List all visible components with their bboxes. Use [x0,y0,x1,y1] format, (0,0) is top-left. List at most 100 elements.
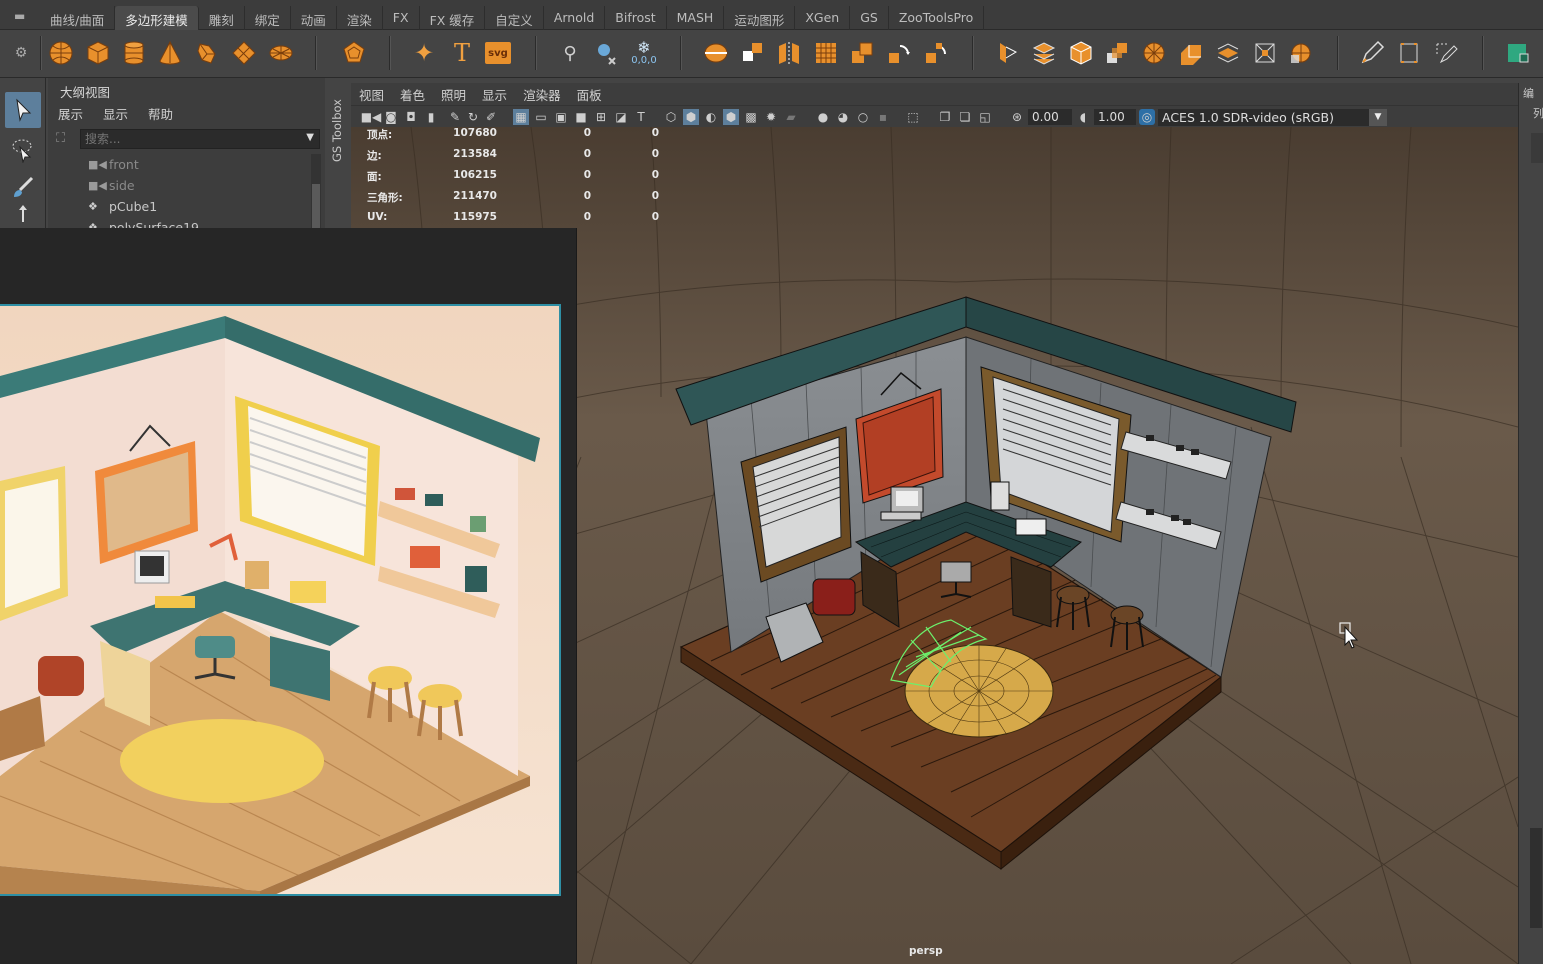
shelf-tab[interactable]: MASH [667,6,725,30]
xray-icon[interactable]: ❐ [937,109,953,125]
bridge-icon[interactable] [885,39,913,67]
exposure-icon[interactable]: ⊛ [1009,109,1025,125]
camera-attributes-icon[interactable]: ◙ [383,109,399,125]
motion-blur-icon[interactable]: ◕ [835,109,851,125]
paint-select-icon[interactable] [5,170,41,206]
attribute-editor-tab[interactable]: 编 [1523,85,1534,101]
outliner-menu-help[interactable]: 帮助 [148,104,173,123]
delete-history-icon[interactable] [593,39,621,67]
shelf-settings-icon[interactable]: ⚙ [10,39,32,67]
quad-draw-icon[interactable] [1251,39,1279,67]
grease-pencil-icon[interactable]: ✎ [447,109,463,125]
shelf-tab[interactable]: GS [850,6,889,30]
textured-icon[interactable]: ▩ [743,109,759,125]
shelf-tab[interactable]: FX 缓存 [420,6,486,30]
combine-icon[interactable] [702,39,730,67]
isolate-select-icon[interactable]: ⬚ [905,109,921,125]
slide-edge-icon[interactable] [1214,39,1242,67]
color-management-dropdown-icon[interactable]: ▼ [1369,109,1387,126]
move-tool-icon[interactable] [5,204,41,228]
panel-handle[interactable] [1531,133,1543,163]
select-tool-icon[interactable] [5,92,41,128]
merge-icon[interactable] [1177,39,1205,67]
color-management-field[interactable]: ACES 1.0 SDR-video (sRGB) [1158,109,1381,126]
smooth-shade-icon[interactable]: ⬢ [683,109,699,125]
default-material-icon[interactable]: ◐ [703,109,719,125]
safe-title-icon[interactable]: T [633,109,649,125]
viewport-menu-panels[interactable]: 面板 [577,85,602,104]
shelf-tab[interactable]: Arnold [544,6,606,30]
right-scrollbar[interactable] [1530,828,1542,928]
shelf-tab[interactable]: Bifrost [605,6,667,30]
outliner-scrollbar[interactable] [311,154,321,228]
cone-icon[interactable] [156,39,184,67]
green-layout-icon[interactable] [1504,39,1532,67]
shelf-tab[interactable]: 曲线/曲面 [40,6,116,30]
shelf-tab[interactable]: 雕刻 [199,6,245,30]
shadows-icon[interactable]: ▰ [783,109,799,125]
outliner-item-side[interactable]: ■◀ side [54,175,304,196]
viewport-menu-renderer[interactable]: 渲染器 [523,85,561,104]
grid-icon[interactable]: ▦ [513,109,529,125]
svg-tool-icon[interactable]: svg [485,42,511,64]
insert-loop-icon[interactable] [1030,39,1058,67]
wireframe-on-shaded-icon[interactable]: ⬢ [723,109,739,125]
xray-joints-icon[interactable]: ❏ [957,109,973,125]
torus-icon[interactable] [193,39,221,67]
plane-icon[interactable] [230,39,258,67]
shelf-tab[interactable]: 绑定 [245,6,291,30]
shelf-tab[interactable]: 多边形建模 [115,6,199,30]
gs-toolbox-tab[interactable]: GS Toolbox [328,84,348,174]
camera-select-icon[interactable]: ■◀ [361,109,382,125]
ambient-occlusion-icon[interactable]: ● [815,109,831,125]
outliner-item-pcube1[interactable]: ❖ pCube1 [54,196,304,217]
bookmark-icon[interactable]: ◘ [403,109,419,125]
2d-pan-icon[interactable]: ↻ [465,109,481,125]
multi-cut-icon[interactable] [993,39,1021,67]
gamma-icon[interactable]: ◖ [1075,109,1091,125]
freeze-transform-icon[interactable]: ❄ 0,0,0 [630,39,658,67]
field-chart-icon[interactable]: ⊞ [593,109,609,125]
cylinder-icon[interactable] [120,39,148,67]
search-dropdown-icon[interactable]: ▼ [306,132,314,143]
wireframe-icon[interactable]: ⬡ [663,109,679,125]
safe-action-icon[interactable]: ◪ [613,109,629,125]
sphere-icon[interactable] [47,39,75,67]
disc-icon[interactable] [267,39,295,67]
outliner-search-input[interactable] [80,129,320,149]
color-management-icon[interactable]: ◎ [1139,109,1155,125]
xray-components-icon[interactable]: ◱ [977,109,993,125]
smooth-icon[interactable] [812,39,840,67]
outliner-menu-show[interactable]: 显示 [103,104,128,123]
offset-loop-icon[interactable] [1067,39,1095,67]
edit-tool-icon[interactable] [1432,39,1460,67]
separate-icon[interactable] [739,39,767,67]
extrude-icon[interactable] [848,39,876,67]
shelf-tab[interactable]: FX [383,6,420,30]
filter-icon[interactable]: ⛶ [56,131,72,147]
mirror-icon[interactable] [775,39,803,67]
reference-image-window[interactable] [0,228,577,964]
lasso-tool-icon[interactable] [5,132,41,168]
gate-mask-icon[interactable]: ■ [573,109,589,125]
anti-aliasing-icon[interactable]: ○ [855,109,871,125]
shelf-tab[interactable]: 自定义 [485,6,544,30]
shelf-tab[interactable]: 动画 [291,6,337,30]
shelf-tab[interactable]: XGen [795,6,851,30]
scrollbar-thumb[interactable] [312,184,320,228]
star-icon[interactable]: ✦ [410,39,438,67]
outliner-menu-display[interactable]: 展示 [58,104,83,123]
shelf-menu-icon[interactable]: ▬ [14,9,30,23]
cube-icon[interactable] [84,39,112,67]
text-tool-icon[interactable]: T [448,39,476,67]
grease-brush-icon[interactable]: ✐ [483,109,499,125]
exposure-field[interactable]: 0.00 [1028,109,1072,125]
image-plane-icon[interactable]: ▮ [423,109,439,125]
shelf-tab[interactable]: 运动图形 [724,6,796,30]
append-polygon-icon[interactable] [1103,39,1131,67]
pencil-edit-icon[interactable] [1358,39,1386,67]
depth-of-field-icon[interactable]: ▪ [875,109,891,125]
platonic-icon[interactable] [340,39,368,67]
viewport-menu-lighting[interactable]: 照明 [441,85,466,104]
resolution-gate-icon[interactable]: ▣ [553,109,569,125]
